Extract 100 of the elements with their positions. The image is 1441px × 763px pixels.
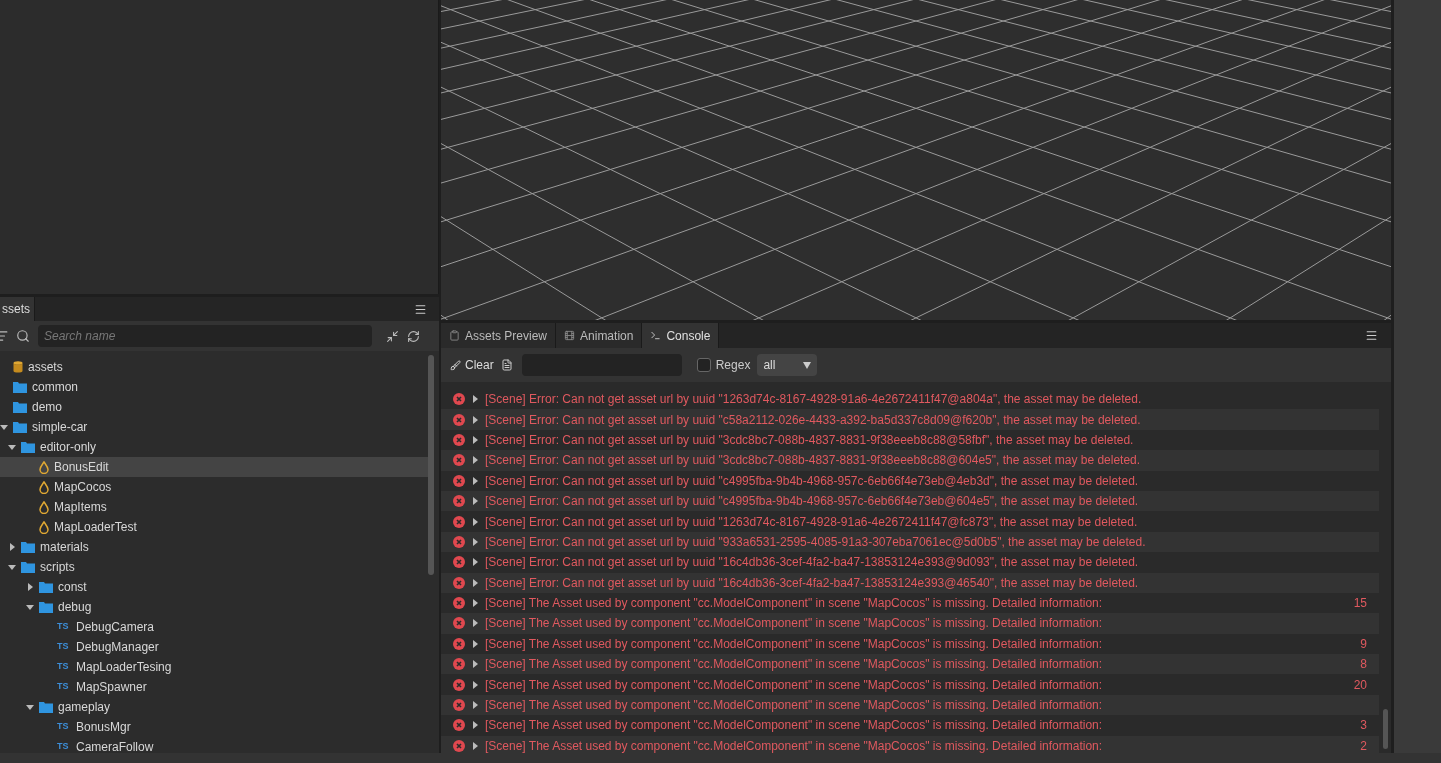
folder-icon: [13, 401, 27, 413]
flame-icon: [39, 460, 49, 474]
folder-icon: [21, 561, 35, 573]
caret-right-icon[interactable]: [471, 456, 479, 465]
caret-right-icon[interactable]: [471, 680, 479, 689]
menu-icon[interactable]: [1365, 329, 1378, 342]
tree-item[interactable]: scripts: [0, 557, 428, 577]
search-icon[interactable]: [16, 329, 30, 343]
tree-item[interactable]: MapLoaderTest: [0, 517, 428, 537]
tree-item[interactable]: const: [0, 577, 428, 597]
caret-right-icon[interactable]: [471, 619, 479, 628]
tree-item[interactable]: gameplay: [0, 697, 428, 717]
tree-item[interactable]: editor-only: [0, 437, 428, 457]
log-row[interactable]: [Scene] Error: Can not get asset url by uuid "933a6531-2595-4085-91a3-307eba7061ec@5d0b5", the asset may be deleted.: [441, 531, 1379, 553]
caret-right-icon[interactable]: [471, 517, 479, 526]
tree-item[interactable]: BonusEdit: [0, 457, 428, 477]
caret-right-icon[interactable]: [8, 543, 16, 551]
flame-icon: [39, 500, 49, 514]
typescript-label: TS: [57, 720, 70, 734]
caret-right-icon[interactable]: [471, 558, 479, 567]
film-icon: [564, 330, 576, 341]
tree-item[interactable]: TS DebugManager: [0, 637, 428, 657]
tree-item[interactable]: MapCocos: [0, 477, 428, 497]
brush-icon: [450, 359, 461, 371]
regex-checkbox[interactable]: Regex: [696, 356, 751, 374]
caret-down-icon[interactable]: [8, 563, 16, 571]
tree-item[interactable]: simple-car: [0, 417, 428, 437]
caret-right-icon[interactable]: [471, 660, 479, 669]
log-message: [Scene] The Asset used by component "cc.ModelComponent" in scene "MapCocos" is missing. Detailed information:: [485, 737, 1104, 753]
error-icon: [453, 433, 465, 446]
folder-icon: [21, 441, 35, 453]
tree-item[interactable]: TS DebugCamera: [0, 617, 428, 637]
tree-item[interactable]: assets: [0, 357, 428, 377]
clipboard-icon: [449, 330, 460, 341]
caret-down-icon[interactable]: [26, 603, 34, 611]
scrollbar[interactable]: [428, 355, 434, 575]
caret-right-icon[interactable]: [471, 599, 479, 608]
tree-item[interactable]: debug: [0, 597, 428, 617]
error-icon: [453, 474, 465, 487]
log-message: [Scene] Error: Can not get asset url by uuid "1263d74c-8167-4928-91a6-4e2672411f47@fc873", the asset may be deleted.: [485, 513, 1139, 531]
log-row[interactable]: [Scene] Error: Can not get asset url by uuid "3cdc8bc7-088b-4837-8831-9f38eeeb8c88@604e5", the asset may be deleted.: [441, 450, 1379, 471]
caret-right-icon[interactable]: [471, 578, 479, 587]
scrollbar[interactable]: [1382, 709, 1388, 749]
caret-right-icon[interactable]: [471, 741, 479, 750]
error-icon: [453, 719, 465, 732]
tree-item[interactable]: materials: [0, 537, 428, 557]
refresh-icon[interactable]: [407, 329, 420, 343]
level-dropdown[interactable]: all: [757, 354, 818, 376]
log-message: [Scene] Error: Can not get asset url by uuid "16c4db36-3cef-4fa2-ba47-13853124e393@9d093", the asset may be deleted.: [485, 554, 1140, 572]
caret-right-icon[interactable]: [26, 583, 34, 591]
error-icon: [453, 454, 465, 467]
tree-item[interactable]: common: [0, 377, 428, 397]
error-icon: [453, 739, 465, 752]
tree-item[interactable]: MapItems: [0, 497, 428, 517]
caret-down-icon: [803, 361, 812, 369]
document-icon[interactable]: [500, 359, 513, 371]
collapse-icon[interactable]: [386, 329, 399, 343]
panel-tab[interactable]: ssets: [0, 297, 35, 321]
tree-item[interactable]: TS MapSpawner: [0, 677, 428, 697]
tree-item[interactable]: TS CameraFollow: [0, 737, 428, 753]
log-row[interactable]: [Scene] Error: Can not get asset url by uuid "16c4db36-3cef-4fa2-ba47-13853124e393@46540", the asset may be deleted.: [441, 572, 1379, 593]
caret-right-icon[interactable]: [471, 721, 479, 730]
caret-right-icon[interactable]: [471, 537, 479, 546]
menu-icon[interactable]: [414, 302, 427, 316]
log-message: [Scene] The Asset used by component "cc.ModelComponent" in scene "MapCocos" is missing. Detailed information:: [485, 697, 1104, 715]
caret-right-icon[interactable]: [471, 476, 479, 485]
log-row[interactable]: [Scene] The Asset used by component "cc.ModelComponent" in scene "MapCocos" is missing. Detailed information:: [441, 694, 1379, 716]
typescript-label: TS: [57, 680, 70, 694]
panel-tab[interactable]: Animation: [556, 323, 643, 348]
search-field[interactable]: Search name: [38, 325, 372, 347]
caret-right-icon[interactable]: [471, 435, 479, 444]
tree-item[interactable]: demo: [0, 397, 428, 417]
log-row[interactable]: [Scene] Error: Can not get asset url by uuid "c58a2112-026e-4433-a392-ba5d337c8d09@f620b", the asset may be deleted.: [441, 409, 1379, 430]
folder-icon: [39, 701, 53, 713]
caret-right-icon[interactable]: [471, 639, 479, 648]
caret-down-icon[interactable]: [0, 423, 8, 431]
caret-right-icon[interactable]: [471, 415, 479, 424]
log-message: [Scene] Error: Can not get asset url by uuid "3cdc8bc7-088b-4837-8831-9f38eeeb8c88@604e5", the asset may be deleted.: [485, 452, 1142, 470]
folder-icon: [39, 601, 53, 613]
repeat-count: 2: [1360, 737, 1367, 753]
log-row[interactable]: [Scene] The Asset used by component "cc.ModelComponent" in scene "MapCocos" is missing. Detailed information:: [441, 613, 1379, 634]
caret-right-icon[interactable]: [471, 701, 479, 710]
log-row[interactable]: [Scene] The Asset used by component "cc.ModelComponent" in scene "MapCocos" is missing. Detailed information: 8: [441, 654, 1379, 675]
tree-item[interactable]: TS BonusMgr: [0, 717, 428, 737]
error-icon: [453, 678, 465, 691]
panel-tab[interactable]: Console: [642, 323, 720, 348]
tree-item[interactable]: TS MapLoaderTesing: [0, 657, 428, 677]
log-message: [Scene] Error: Can not get asset url by uuid "16c4db36-3cef-4fa2-ba47-13853124e393@46540", the asset may be deleted.: [485, 574, 1140, 592]
error-icon: [453, 393, 465, 406]
typescript-label: TS: [57, 640, 70, 654]
log-row[interactable]: [Scene] Error: Can not get asset url by uuid "c4995fba-9b4b-4968-957c-6eb66f4e73eb@604e5", the asset may be deleted.: [441, 490, 1379, 512]
caret-down-icon[interactable]: [26, 703, 34, 711]
clear-button[interactable]: Clear: [450, 356, 494, 374]
caret-right-icon[interactable]: [471, 497, 479, 506]
caret-down-icon[interactable]: [8, 443, 16, 451]
caret-right-icon[interactable]: [471, 395, 479, 404]
log-message: [Scene] Error: Can not get asset url by uuid "c4995fba-9b4b-4968-957c-6eb66f4e73eb@604e5", the asset may be deleted.: [485, 493, 1140, 511]
panel-tab[interactable]: Assets Preview: [441, 323, 557, 348]
typescript-label: TS: [57, 660, 70, 674]
repeat-count: 20: [1353, 676, 1367, 694]
